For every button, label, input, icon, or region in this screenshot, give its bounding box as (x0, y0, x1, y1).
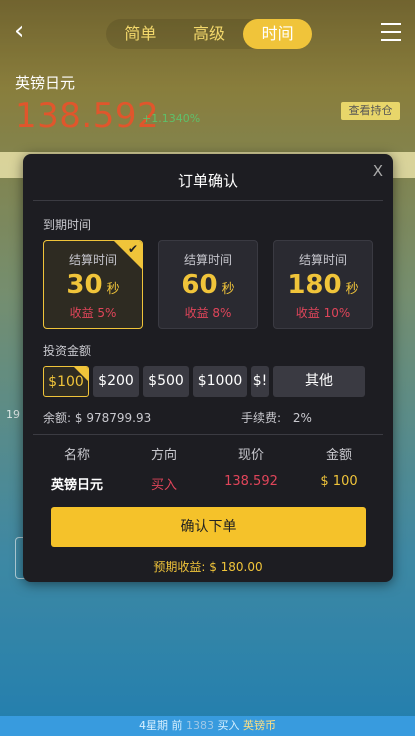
expected-profit: 预期收益: $ 180.00 (153, 560, 263, 574)
order-price: 138.592 (224, 474, 278, 489)
time-option-profit: 收益 8% (184, 306, 232, 320)
amount-option-500[interactable]: $500 (143, 366, 189, 397)
amount-option-100[interactable]: $100 (43, 366, 89, 397)
divider (33, 200, 383, 201)
chevron-left-icon[interactable]: ‹ (14, 18, 36, 44)
col-header-price: 现价 (237, 448, 264, 463)
balance-value: $ 978799.93 (74, 411, 152, 425)
amount-section-label: 投资金额 (43, 344, 92, 358)
time-option-30[interactable]: ✔ 结算时间 30 秒 收益 5% (43, 240, 143, 329)
divider (33, 434, 383, 435)
balance-label: 余额: (43, 411, 72, 425)
fee-label: 手续费: (241, 411, 282, 425)
side-number-left: 19 (6, 408, 20, 421)
ticker-action: 买入 (217, 719, 240, 732)
header: ‹ 简单 高级 时间 (0, 0, 415, 66)
col-header-name: 名称 (63, 448, 90, 463)
time-option-60[interactable]: 结算时间 60 秒 收益 8% (158, 240, 258, 329)
amount-label: 其他 (305, 373, 333, 389)
time-option-value: 180 秒 (287, 270, 359, 300)
ticker-number: 1383 (186, 719, 214, 732)
amount-label: $200 (98, 373, 134, 389)
time-option-180[interactable]: 结算时间 180 秒 收益 10% (273, 240, 373, 329)
asset-name: 英镑日元 (15, 74, 76, 92)
balance-info: 余额: $ 978799.93 (43, 409, 151, 426)
amount-option-other[interactable]: 其他 (273, 366, 365, 397)
amount-label: $! (252, 373, 268, 389)
trade-ticker: 4星期 前 1383 买入 英镑币 (0, 716, 415, 736)
asset-price: 138.592 (15, 96, 160, 136)
time-option-profit: 收益 10% (295, 306, 351, 320)
amount-option-200[interactable]: $200 (93, 366, 139, 397)
ticker-prefix: 4星期 前 (139, 719, 183, 732)
time-option-label: 结算时间 (298, 253, 347, 267)
order-confirm-modal: 订单确认 X 到期时间 ✔ 结算时间 30 秒 收益 5% 结算时间 60 秒 收益… (23, 154, 393, 582)
time-option-label: 结算时间 (183, 253, 232, 267)
col-header-direction: 方向 (150, 448, 177, 463)
price-change: +1.1340% (142, 112, 201, 125)
fee-value: 2% (292, 411, 312, 425)
ticker-symbol: 英镑币 (243, 719, 276, 732)
check-icon: ✔ (127, 242, 138, 256)
tab-simple[interactable]: 简单 (106, 19, 175, 49)
amount-label: $500 (148, 373, 184, 389)
confirm-order-button[interactable]: 确认下单 (51, 507, 366, 547)
order-name: 英镑日元 (50, 478, 103, 493)
amount-label: $1000 (197, 373, 243, 389)
mode-tabs: 简单 高级 时间 (106, 19, 313, 49)
tab-advanced[interactable]: 高级 (175, 19, 244, 49)
view-holdings-button[interactable]: 查看持仓 (341, 102, 400, 120)
amount-option-1000[interactable]: $1000 (193, 366, 247, 397)
hamburger-menu-icon[interactable] (381, 23, 401, 41)
time-option-profit: 收益 5% (69, 306, 117, 320)
modal-title: 订单确认 (177, 172, 238, 190)
close-icon[interactable]: X (373, 162, 383, 180)
fee-info: 手续费: 2% (241, 409, 312, 426)
order-direction: 买入 (150, 478, 177, 493)
order-amount: $ 100 (320, 474, 358, 489)
time-option-value: 30 秒 (66, 270, 120, 300)
selected-corner (74, 367, 88, 381)
col-header-amount: 金额 (325, 448, 352, 463)
expiry-section-label: 到期时间 (43, 218, 92, 232)
amount-option-more[interactable]: $! (251, 366, 269, 397)
time-option-value: 60 秒 (181, 270, 235, 300)
tab-time[interactable]: 时间 (243, 19, 313, 49)
